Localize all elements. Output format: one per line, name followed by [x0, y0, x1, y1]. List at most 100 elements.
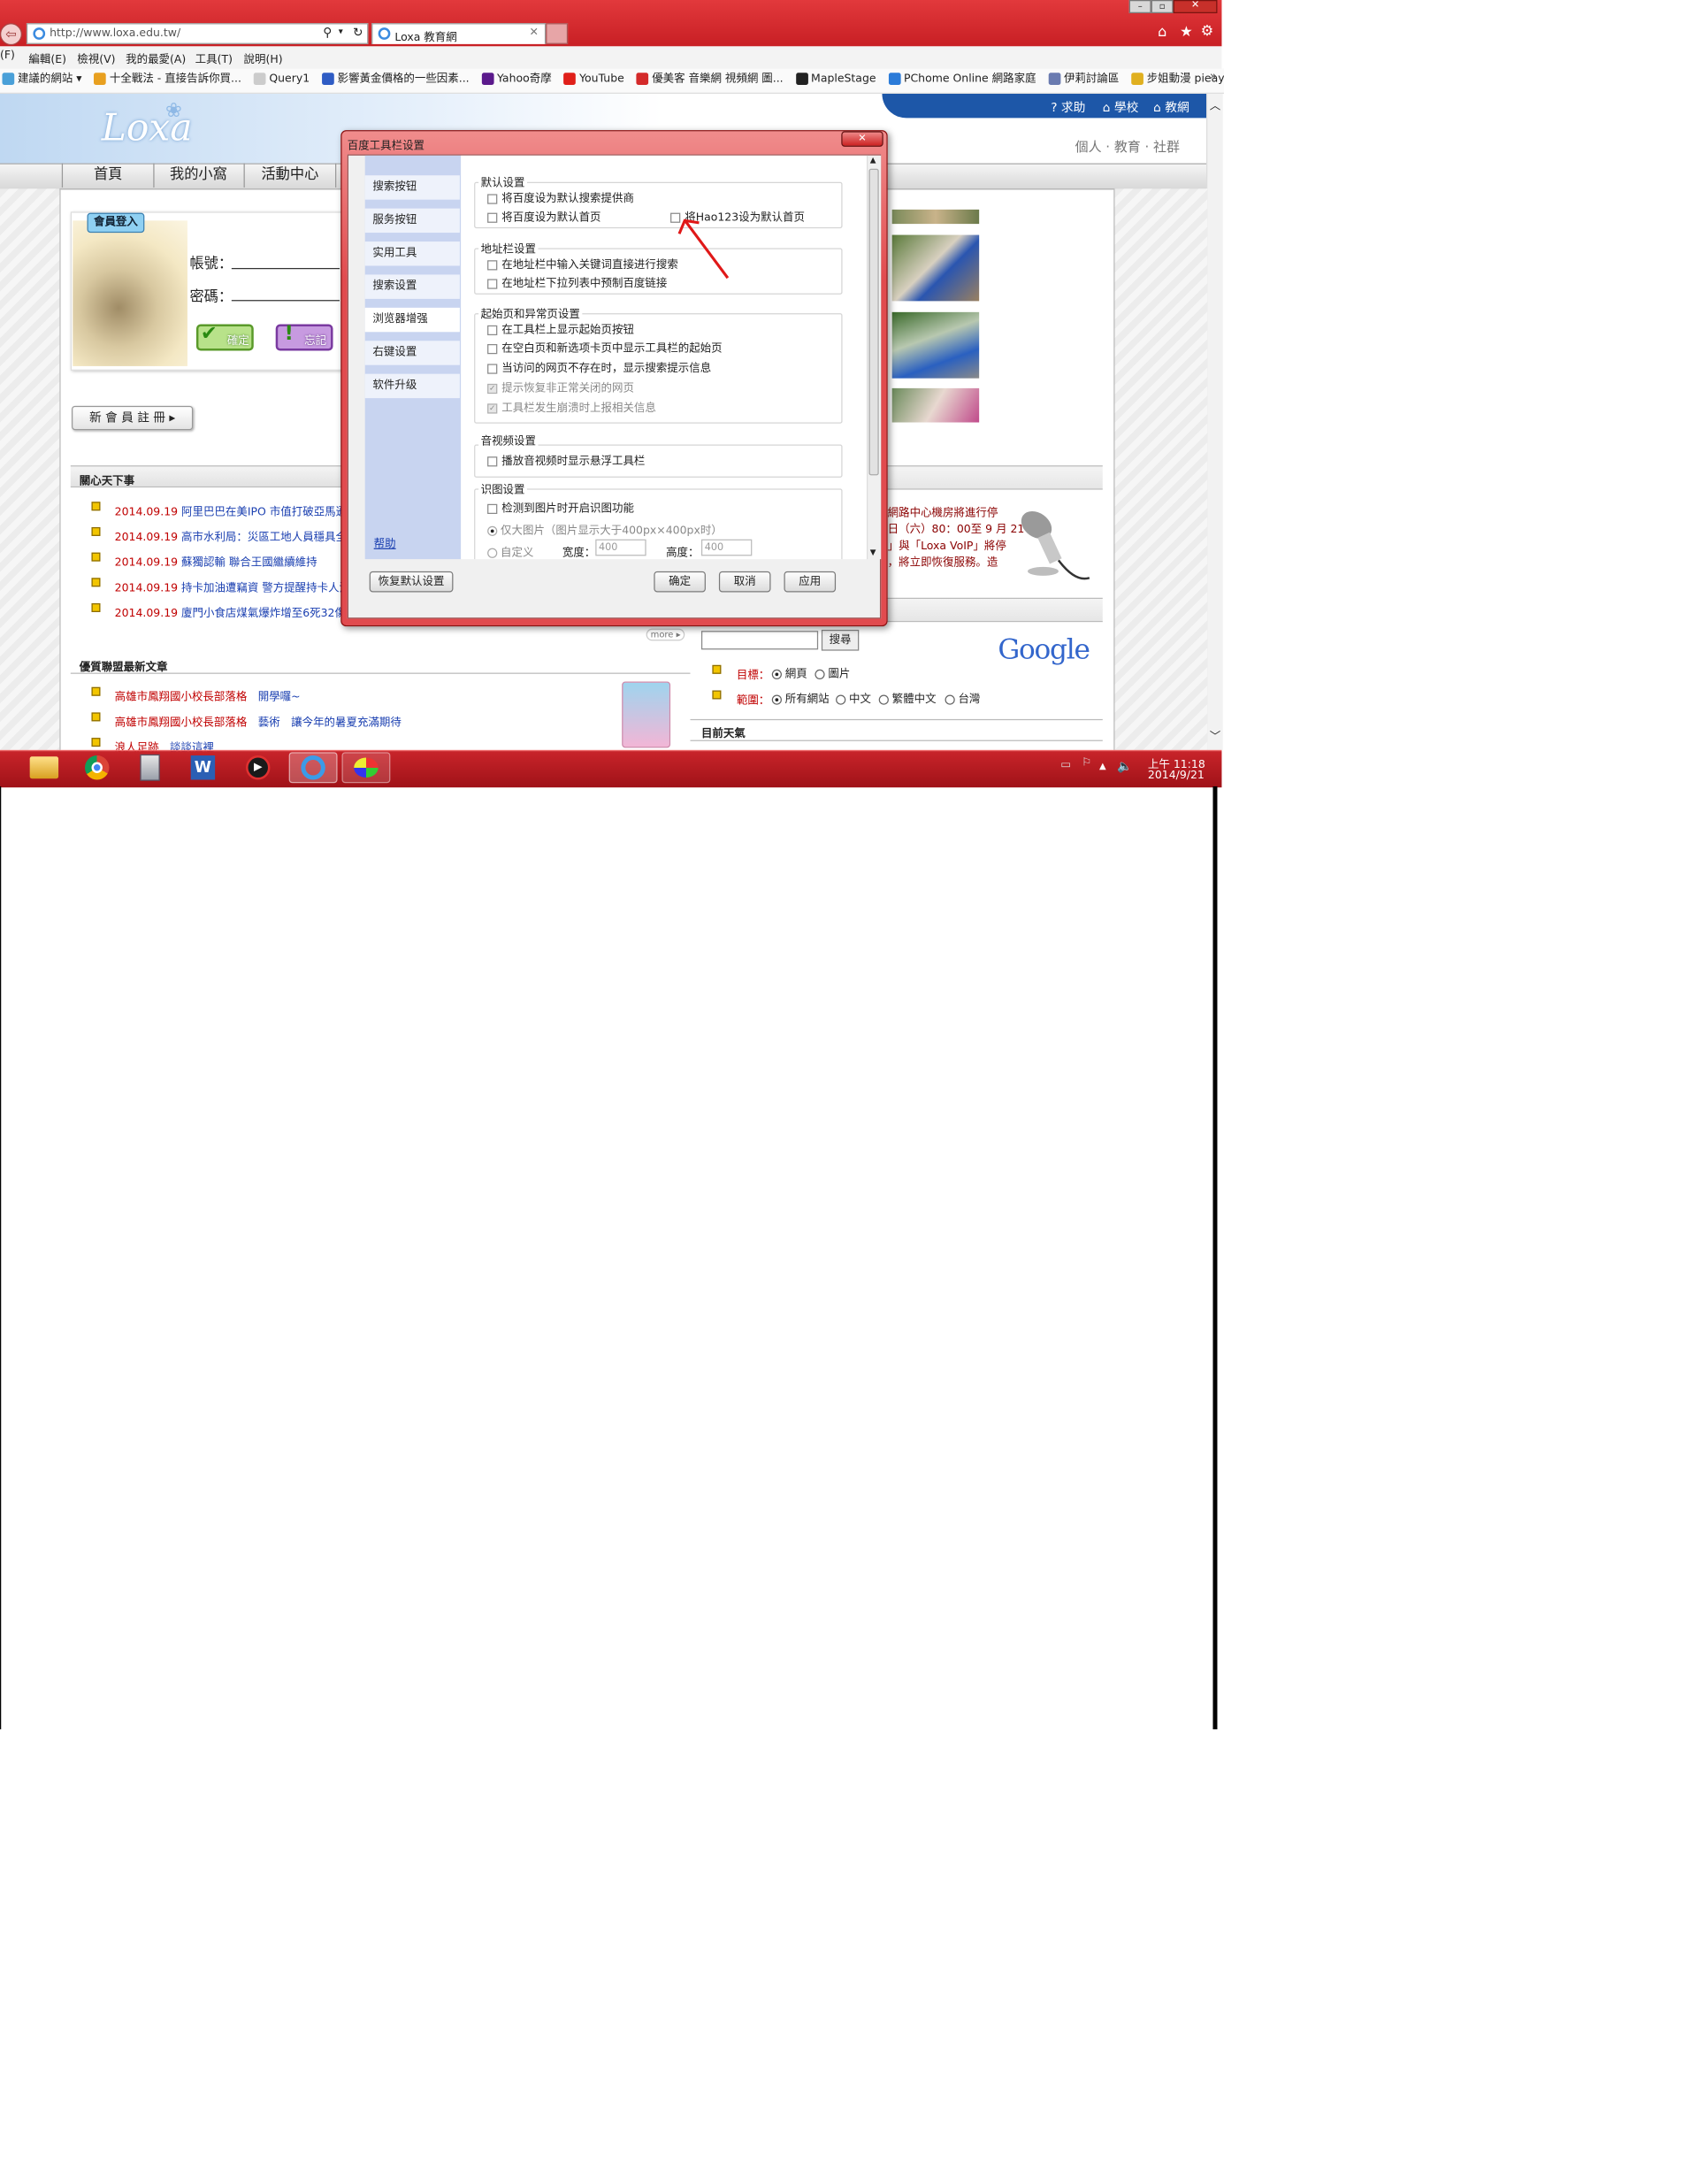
activity-photo[interactable]: [891, 387, 980, 423]
sidebar-item-upgrade[interactable]: 软件升级: [364, 373, 460, 399]
chrome-icon[interactable]: [73, 752, 121, 783]
paint-icon[interactable]: [341, 752, 391, 784]
google-search-input[interactable]: [700, 631, 819, 650]
scroll-up-icon[interactable]: ︿: [1210, 96, 1220, 112]
word-icon[interactable]: W: [179, 752, 227, 783]
news-item[interactable]: 2014.09.19 蘇獨認輸 聯合王國繼續維持: [115, 553, 317, 570]
sidebar-item-right-click[interactable]: 右键设置: [364, 341, 460, 365]
new-tab-button[interactable]: [546, 23, 569, 44]
favorite-item[interactable]: PChome Online 網路家庭: [888, 68, 1036, 90]
google-search-button[interactable]: 搜尋: [821, 629, 860, 651]
calculator-icon[interactable]: [126, 752, 174, 783]
option-404-tips[interactable]: 当访问的网页不存在时，显示搜索提示信息: [487, 358, 711, 375]
nav-my-space[interactable]: 我的小窩: [153, 163, 245, 188]
browser-tab[interactable]: Loxa 教育網 ✕: [371, 23, 547, 44]
favorite-item[interactable]: Query1: [253, 68, 310, 90]
register-button[interactable]: 新 會 員 註 冊 ▸: [72, 405, 194, 431]
address-bar[interactable]: http://www.loxa.edu.tw/ ⚲ ▾ ↻: [26, 23, 369, 44]
sidebar-item-service-button[interactable]: 服务按钮: [364, 208, 460, 234]
apply-button[interactable]: 应用: [784, 571, 837, 593]
tray-flag-icon[interactable]: ⚐: [1082, 756, 1091, 769]
minimize-button[interactable]: –: [1128, 0, 1151, 13]
league-item[interactable]: 高雄市鳳翔國小校長部落格 藝術 讓今年的暑夏充滿期待: [115, 712, 402, 729]
clock-date[interactable]: 2014/9/21: [1148, 770, 1205, 782]
favorites-star-icon[interactable]: ★: [1180, 24, 1193, 41]
login-forgot-button[interactable]: ! 忘記: [275, 322, 333, 351]
radio-taiwan[interactable]: 台灣: [945, 689, 980, 706]
home-icon[interactable]: ⌂: [1158, 24, 1166, 41]
restore-defaults-button[interactable]: 恢复默认设置: [369, 571, 454, 593]
nav-activity-center[interactable]: 活動中心: [245, 163, 337, 188]
option-baidu-default-search[interactable]: 将百度设为默认搜索提供商: [487, 188, 634, 205]
ok-button[interactable]: 确定: [654, 571, 706, 593]
internet-explorer-icon[interactable]: [288, 752, 338, 784]
activity-photo[interactable]: [891, 234, 980, 302]
account-input[interactable]: [231, 267, 340, 270]
scrollbar-thumb[interactable]: [868, 168, 879, 476]
explorer-icon[interactable]: [19, 752, 68, 783]
league-item[interactable]: 高雄市鳳翔國小校長部落格 開學囉~: [115, 687, 301, 704]
news-item[interactable]: 2014.09.19 阿里巴巴在美IPO 市值打破亞馬遜: [115, 502, 347, 518]
refresh-icon[interactable]: ↻: [353, 26, 363, 40]
media-player-icon[interactable]: ▶: [233, 752, 282, 783]
nav-home[interactable]: 首頁: [61, 163, 155, 188]
favorite-item[interactable]: 十全戰法 - 直接告訴你買...: [94, 68, 241, 90]
activity-photo[interactable]: [891, 209, 980, 225]
top-link-edunet[interactable]: ⌂ 教網: [1153, 98, 1189, 116]
menu-edit[interactable]: 編輯(E): [28, 50, 66, 66]
password-input[interactable]: [231, 299, 340, 302]
favorite-item[interactable]: 建議的網站 ▾: [2, 68, 82, 90]
menu-view[interactable]: 檢視(V): [77, 50, 115, 66]
activity-photo[interactable]: [891, 311, 980, 379]
scroll-up-icon[interactable]: ▲: [870, 156, 876, 165]
radio-chinese[interactable]: 中文: [836, 689, 871, 706]
tray-expand-icon[interactable]: ▲: [1099, 761, 1106, 770]
dropdown-icon[interactable]: ▾: [339, 27, 343, 36]
radio-images[interactable]: 圖片: [815, 664, 850, 680]
radio-traditional[interactable]: 繁體中文: [878, 689, 937, 706]
tray-network-icon[interactable]: ▭: [1060, 759, 1071, 771]
scroll-down-icon[interactable]: ▼: [870, 548, 876, 557]
favorites-more-icon[interactable]: »: [1210, 68, 1217, 82]
favorite-item[interactable]: YouTube: [563, 68, 624, 90]
favorite-item[interactable]: MapleStage: [795, 68, 876, 90]
back-button[interactable]: ⇦: [0, 23, 22, 46]
login-confirm-button[interactable]: ✔ 確定: [195, 322, 254, 351]
news-item[interactable]: 2014.09.19 持卡加油遭竊資 警方提醒持卡人注意: [115, 578, 362, 594]
favorite-item[interactable]: 優美客 音樂網 視頻網 圖...: [636, 68, 784, 90]
panel-scrollbar[interactable]: ▲ ▼: [866, 155, 882, 560]
menu-help[interactable]: 說明(H): [244, 50, 283, 66]
menu-favorites[interactable]: 我的最愛(A): [126, 50, 186, 66]
page-scrollbar[interactable]: ︿ ﹀: [1205, 93, 1223, 750]
menu-file[interactable]: (F): [0, 50, 15, 62]
dialog-close-button[interactable]: ✕: [841, 131, 883, 147]
tray-volume-icon[interactable]: 🔈: [1117, 759, 1132, 773]
option-address-baidu-links[interactable]: 在地址栏下拉列表中预制百度链接: [487, 273, 667, 290]
sidebar-item-search-button[interactable]: 搜索按钮: [364, 175, 460, 200]
close-tab-icon[interactable]: ✕: [529, 27, 538, 39]
radio-web[interactable]: 網頁: [771, 664, 807, 680]
sidebar-item-search-settings[interactable]: 搜索设置: [364, 274, 460, 299]
favorite-item[interactable]: 影響黃金價格的一些因素...: [322, 68, 470, 90]
help-link[interactable]: 帮助: [374, 533, 396, 550]
close-window-button[interactable]: ✕: [1173, 0, 1218, 13]
news-item[interactable]: 2014.09.19 高市水利局：災區工地人員穩具全數撤: [115, 527, 369, 544]
cancel-button[interactable]: 取消: [718, 571, 771, 593]
sidebar-item-browser-enhance[interactable]: 浏览器增强: [364, 307, 460, 333]
radio-all-sites[interactable]: 所有網站: [771, 689, 830, 706]
option-floating-toolbar[interactable]: 播放音视频时显示悬浮工具栏: [487, 451, 645, 468]
option-baidu-homepage[interactable]: 将百度设为默认首页: [487, 207, 601, 224]
option-address-search[interactable]: 在地址栏中输入关键词直接进行搜索: [487, 255, 678, 272]
restore-button[interactable]: ▫: [1151, 0, 1174, 13]
top-link-help[interactable]: ? 求助: [1051, 98, 1085, 116]
settings-gear-icon[interactable]: ⚙: [1201, 23, 1214, 40]
option-blank-page-start[interactable]: 在空白页和新选项卡页中显示工具栏的起始页: [487, 339, 723, 355]
clock-time[interactable]: 上午 11:18: [1148, 755, 1205, 771]
news-item[interactable]: 2014.09.19 廈門小食店煤氣爆炸增至6死32傷: [115, 603, 346, 620]
more-link[interactable]: more ▸: [646, 628, 685, 641]
menu-tools[interactable]: 工具(T): [195, 50, 233, 66]
top-link-school[interactable]: ⌂ 學校: [1103, 98, 1139, 116]
sidebar-item-tools[interactable]: 实用工具: [364, 241, 460, 266]
scroll-down-icon[interactable]: ﹀: [1210, 727, 1220, 744]
option-start-button[interactable]: 在工具栏上显示起始页按钮: [487, 320, 634, 336]
